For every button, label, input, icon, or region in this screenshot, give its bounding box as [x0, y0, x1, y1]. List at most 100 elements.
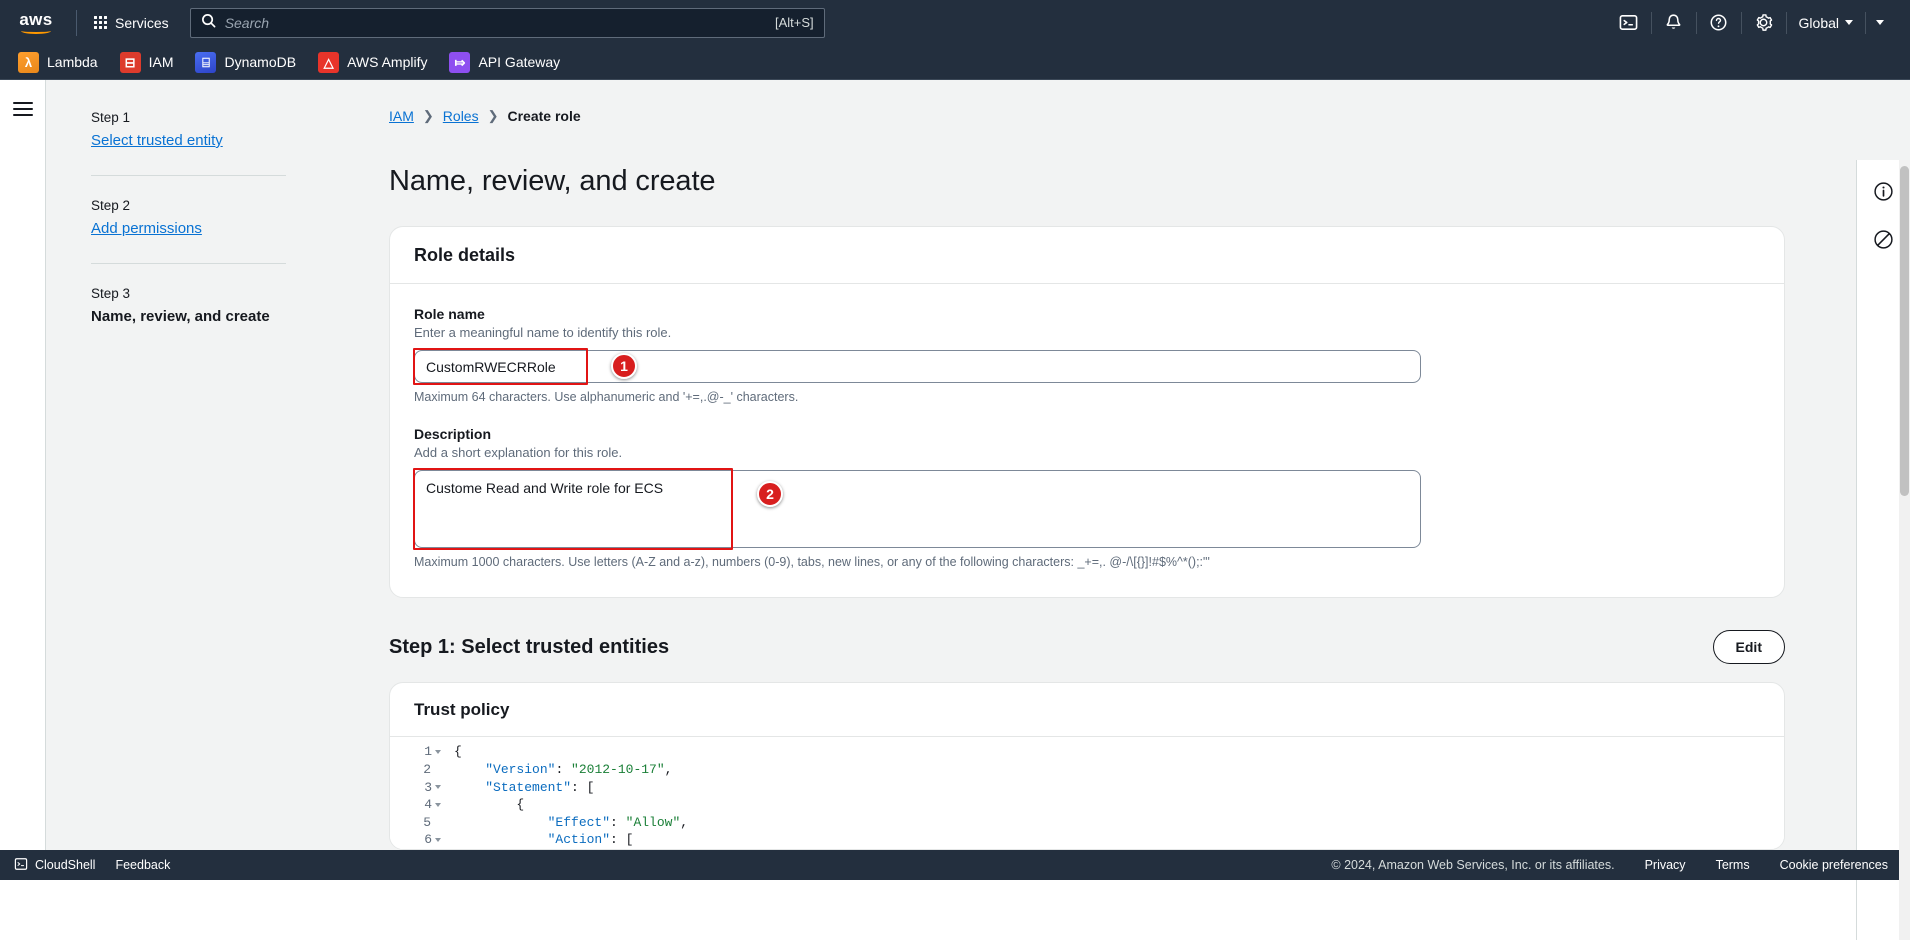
role-details-panel-body: Role name Enter a meaningful name to ide… [390, 284, 1784, 597]
code-line-number: 3 [390, 779, 441, 797]
chevron-down-icon [1876, 20, 1884, 25]
aws-logo[interactable]: aws [14, 8, 58, 38]
chevron-down-icon [1845, 20, 1853, 25]
page-scrollbar-thumb[interactable] [1900, 166, 1909, 496]
step-1-kicker: Step 1 [91, 110, 286, 125]
favorite-lambda-label: Lambda [47, 54, 98, 70]
description-hint: Maximum 1000 characters. Use letters (A-… [414, 555, 1760, 569]
step1-section-heading: Step 1: Select trusted entities [389, 636, 669, 659]
code-line: { [454, 743, 688, 761]
role-name-field-group: Role name Enter a meaningful name to ide… [414, 306, 1760, 404]
code-fold-toggle-icon[interactable] [435, 750, 441, 754]
page-container: Step 1 Select trusted entity Step 2 Add … [0, 80, 1910, 860]
trust-policy-panel-title: Trust policy [390, 683, 1784, 737]
footer-privacy-link[interactable]: Privacy [1645, 858, 1686, 872]
account-menu-button[interactable] [1866, 0, 1900, 45]
step-3-kicker: Step 3 [91, 286, 286, 301]
aws-logo-text: aws [19, 12, 52, 27]
nav-divider [76, 10, 77, 36]
trust-policy-code-editor[interactable]: 123456 { "Version": "2012-10-17", "State… [390, 737, 1784, 849]
footer-cookie-preferences-link[interactable]: Cookie preferences [1780, 858, 1888, 872]
wizard-steps-sidebar: Step 1 Select trusted entity Step 2 Add … [46, 80, 316, 860]
favorite-iam-label: IAM [149, 54, 174, 70]
sidebar-toggle-rail [0, 80, 46, 860]
notifications-bell-icon[interactable] [1652, 0, 1696, 45]
page-title: Name, review, and create [316, 143, 1872, 198]
chevron-right-icon: ❯ [423, 108, 434, 124]
cloudshell-icon[interactable] [1607, 0, 1651, 45]
wizard-step-3: Step 3 Name, review, and create [91, 286, 286, 325]
code-line: "Effect": "Allow", [454, 814, 688, 832]
region-selector-button[interactable]: Global [1787, 0, 1865, 45]
code-content: { "Version": "2012-10-17", "Statement": … [444, 743, 688, 849]
favorite-iam[interactable]: ⊟ IAM [120, 52, 174, 73]
code-fold-toggle-icon[interactable] [435, 785, 441, 789]
search-placeholder: Search [225, 15, 766, 31]
code-line-number: 1 [390, 743, 441, 761]
role-details-panel: Role details Role name Enter a meaningfu… [389, 226, 1785, 598]
sidebar-item-name-review-create[interactable]: Name, review, and create [91, 308, 286, 325]
description-field-group: Description Add a short explanation for … [414, 426, 1760, 569]
services-menu-button[interactable]: Services [85, 9, 178, 37]
favorite-lambda[interactable]: λ Lambda [18, 52, 98, 73]
footer-right-group: © 2024, Amazon Web Services, Inc. or its… [1331, 858, 1888, 872]
footer-copyright: © 2024, Amazon Web Services, Inc. or its… [1331, 858, 1614, 872]
footer-terms-link[interactable]: Terms [1716, 858, 1750, 872]
code-line-number: 2 [390, 761, 441, 779]
global-search-input[interactable]: Search [Alt+S] [190, 8, 825, 38]
code-line: { [454, 796, 688, 814]
step1-section-header: Step 1: Select trusted entities Edit [389, 630, 1785, 664]
cloudshell-icon [14, 857, 28, 874]
search-shortcut-hint: [Alt+S] [775, 15, 814, 30]
aws-logo-smile [21, 28, 51, 34]
info-icon[interactable] [1867, 174, 1901, 208]
code-line-number: 4 [390, 796, 441, 814]
favorite-amplify[interactable]: △ AWS Amplify [318, 52, 427, 73]
services-label: Services [115, 15, 169, 31]
no-entry-icon[interactable] [1867, 222, 1901, 256]
description-description: Add a short explanation for this role. [414, 445, 1760, 460]
role-details-panel-title: Role details [390, 227, 1784, 284]
description-textarea[interactable] [414, 470, 1421, 548]
amplify-icon: △ [318, 52, 339, 73]
sidebar-item-select-trusted-entity[interactable]: Select trusted entity [91, 132, 223, 149]
apigateway-icon: ⤇ [449, 52, 470, 73]
step-divider [91, 263, 286, 264]
step-divider [91, 175, 286, 176]
edit-trusted-entities-button[interactable]: Edit [1713, 630, 1785, 664]
trust-policy-panel: Trust policy 123456 { "Version": "2012-1… [389, 682, 1785, 850]
footer-cloudshell-label: CloudShell [35, 858, 95, 872]
breadcrumb-roles[interactable]: Roles [443, 108, 479, 124]
favorite-apigateway[interactable]: ⤇ API Gateway [449, 52, 560, 73]
breadcrumb: IAM ❯ Roles ❯ Create role [316, 80, 1872, 124]
topnav-icon-group: Global [1607, 0, 1900, 45]
code-line-number: 6 [390, 831, 441, 849]
step-2-kicker: Step 2 [91, 198, 286, 213]
sidebar-item-add-permissions[interactable]: Add permissions [91, 220, 202, 237]
hamburger-menu-icon[interactable] [13, 102, 33, 116]
role-name-description: Enter a meaningful name to identify this… [414, 325, 1760, 340]
main-content: IAM ❯ Roles ❯ Create role Name, review, … [316, 80, 1872, 860]
code-line: "Action": [ [454, 831, 688, 849]
breadcrumb-iam[interactable]: IAM [389, 108, 414, 124]
help-question-icon[interactable] [1697, 0, 1741, 45]
wizard-step-2: Step 2 Add permissions [91, 198, 286, 238]
favorite-apigateway-label: API Gateway [478, 54, 560, 70]
code-line-number: 5 [390, 814, 441, 832]
description-input-row: 2 [414, 470, 1760, 548]
search-icon [201, 13, 216, 33]
code-line: "Statement": [ [454, 779, 688, 797]
settings-gear-icon[interactable] [1742, 0, 1786, 45]
code-fold-toggle-icon[interactable] [435, 838, 441, 842]
footer-cloudshell-button[interactable]: CloudShell [14, 857, 95, 874]
role-name-label: Role name [414, 306, 1760, 322]
code-fold-toggle-icon[interactable] [435, 803, 441, 807]
role-name-input-row: 1 [414, 350, 1760, 383]
favorites-bar: λ Lambda ⊟ IAM ⌸ DynamoDB △ AWS Amplify … [0, 45, 1910, 80]
footer-feedback-link[interactable]: Feedback [115, 858, 170, 872]
favorite-dynamodb[interactable]: ⌸ DynamoDB [195, 52, 296, 73]
breadcrumb-current: Create role [508, 108, 581, 124]
lambda-icon: λ [18, 52, 39, 73]
aws-top-navigation: aws Services Search [Alt+S] [0, 0, 1910, 45]
role-name-input[interactable] [414, 350, 1421, 383]
